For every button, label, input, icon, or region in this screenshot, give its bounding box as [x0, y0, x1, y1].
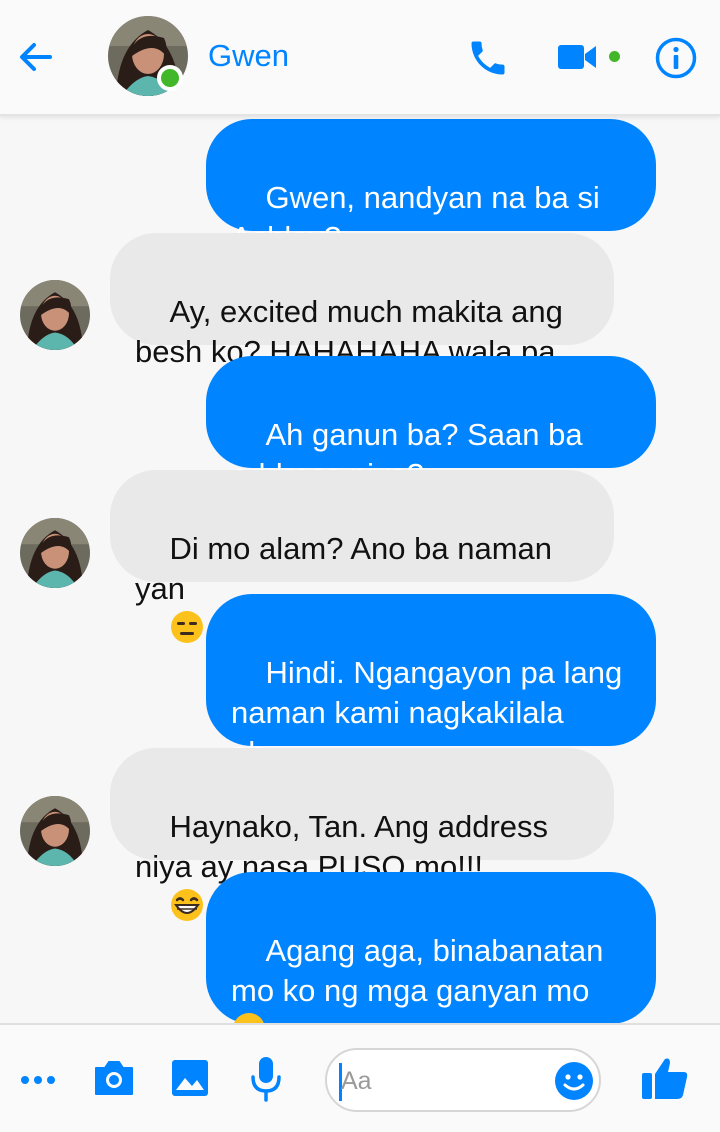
message-composer	[0, 1023, 720, 1132]
back-arrow-icon[interactable]	[14, 36, 56, 78]
expressionless-face-icon	[234, 1013, 264, 1023]
like-icon[interactable]	[640, 1055, 690, 1101]
sender-avatar[interactable]	[20, 518, 90, 588]
sender-avatar[interactable]	[20, 280, 90, 350]
phone-call-icon[interactable]	[466, 36, 510, 80]
microphone-icon[interactable]	[248, 1055, 284, 1103]
emoji-icon[interactable]	[553, 1060, 595, 1102]
incoming-message-bubble[interactable]: Ay, excited much makita ang besh ko? HAH…	[110, 233, 614, 369]
incoming-message-bubble[interactable]: Haynako, Tan. Ang address niya ay nasa P…	[110, 748, 614, 921]
message-list[interactable]: Gwen, nandyan na ba si Ashley? Ay, excit…	[0, 118, 720, 1023]
online-status-indicator	[157, 65, 183, 91]
video-call-icon[interactable]	[556, 40, 598, 74]
grinning-face-icon	[171, 889, 204, 921]
outgoing-message-bubble[interactable]: Agang aga, binabanatan mo ko ng mga gany…	[206, 872, 656, 1023]
camera-icon[interactable]	[92, 1058, 136, 1098]
more-icon[interactable]	[18, 1065, 58, 1095]
message-text: Agang aga, binabanatan mo ko ng mga gany…	[231, 933, 604, 1008]
message-input-box[interactable]	[325, 1048, 601, 1112]
expressionless-face-icon	[171, 611, 204, 643]
outgoing-message-bubble[interactable]: Gwen, nandyan na ba si Ashley?	[206, 119, 656, 255]
message-input[interactable]	[341, 1064, 541, 1098]
info-icon[interactable]	[654, 36, 698, 80]
sender-avatar[interactable]	[20, 796, 90, 866]
video-active-dot	[609, 51, 620, 62]
outgoing-message-bubble[interactable]: Hindi. Ngangayon pa lang naman kami nagk…	[206, 594, 656, 807]
outgoing-message-bubble[interactable]: Ah ganun ba? Saan ba address niya?	[206, 356, 656, 492]
gallery-icon[interactable]	[170, 1058, 210, 1098]
contact-name[interactable]: Gwen	[208, 38, 289, 74]
incoming-message-bubble[interactable]: Di mo alam? Ano ba naman yan	[110, 470, 614, 643]
conversation-header: Gwen	[0, 0, 720, 116]
